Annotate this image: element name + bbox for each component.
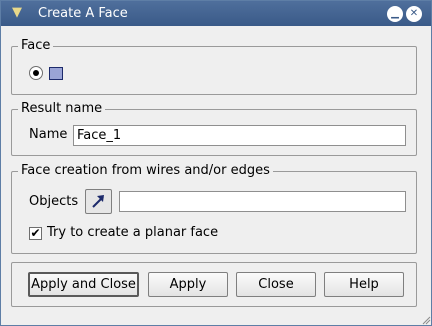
buttons-group: Apply and Close Apply Close Help: [11, 262, 417, 307]
face-group-legend: Face: [18, 38, 54, 54]
select-objects-button[interactable]: [85, 189, 112, 214]
name-input[interactable]: Face_1: [73, 125, 406, 146]
apply-button[interactable]: Apply: [148, 272, 228, 297]
name-label: Name: [29, 127, 68, 142]
minimize-icon[interactable]: ▁: [387, 6, 403, 22]
result-name-group: Result name Name Face_1: [11, 101, 417, 156]
apply-and-close-button[interactable]: Apply and Close: [28, 272, 139, 297]
result-name-legend: Result name: [18, 101, 106, 117]
close-button[interactable]: Close: [236, 272, 316, 297]
planar-face-checkbox[interactable]: ✔: [29, 227, 42, 240]
close-window-icon[interactable]: ✕: [406, 6, 422, 22]
window-title: Create A Face: [38, 6, 128, 21]
dialog-window: ▼ Create A Face ▁ ✕ Face Result name Nam…: [0, 0, 432, 326]
app-menu-icon[interactable]: ▼: [8, 4, 26, 22]
wires-edges-legend: Face creation from wires and/or edges: [18, 163, 273, 179]
resize-grip-icon[interactable]: [421, 315, 431, 325]
help-button[interactable]: Help: [324, 272, 404, 297]
objects-label: Objects: [29, 194, 79, 209]
face-group: Face: [11, 38, 417, 95]
objects-input[interactable]: [119, 191, 406, 212]
face-radio-button[interactable]: [29, 66, 43, 80]
arrow-select-icon: [92, 195, 104, 208]
title-bar[interactable]: ▼ Create A Face ▁ ✕: [1, 1, 431, 26]
planar-face-label: Try to create a planar face: [47, 225, 219, 240]
wires-edges-group: Face creation from wires and/or edges Ob…: [11, 163, 417, 254]
face-shape-icon: [49, 67, 63, 80]
